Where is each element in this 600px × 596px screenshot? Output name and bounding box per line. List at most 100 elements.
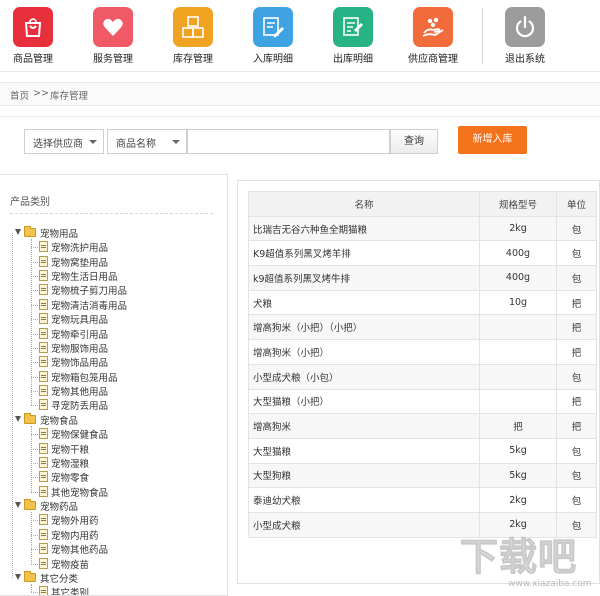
cell-spec: 5kg (479, 462, 557, 489)
cell-product-name: 增高狗米（小把） (248, 339, 480, 365)
document-icon (39, 313, 48, 325)
document-icon (39, 586, 48, 595)
heart-icon (93, 7, 133, 47)
nav-outbound-details[interactable]: 出库明细 (313, 5, 393, 67)
tree-leaf-label: 其它类别 (51, 588, 90, 596)
tree-leaf-label: 宠物其他用品 (51, 387, 109, 399)
document-icon (39, 241, 48, 253)
column-header-spec[interactable]: 规格型号 (479, 191, 557, 217)
expand-toggle-icon[interactable] (15, 502, 21, 509)
tree-leaf-label: 宠物湿粮 (51, 458, 90, 470)
table-row[interactable]: 大型猫粮（小把） 把 (248, 388, 597, 415)
table-row[interactable]: 比瑞吉无谷六种鱼全期猫粮 2kg 包 (248, 215, 597, 242)
nav-inbound-details[interactable]: 入库明细 (233, 5, 313, 67)
nav-product-management[interactable]: 商品管理 (0, 5, 73, 67)
tree-connector (31, 304, 38, 306)
tree-connector (31, 534, 38, 536)
tree-leaf-label: 宠物其他药品 (51, 545, 109, 557)
supplier-select[interactable]: 选择供应商 (24, 129, 104, 154)
document-icon (39, 370, 48, 382)
nav-supplier-management[interactable]: 供应商管理 (393, 5, 473, 67)
tree-connector (31, 462, 38, 464)
tree-leaf-label: 宠物零食 (51, 473, 90, 485)
document-icon (39, 284, 48, 296)
document-icon (39, 514, 48, 526)
tree-leaf-label: 宠物饰品用品 (51, 358, 109, 370)
table-row[interactable]: 小型成犬粮（小包） 包 (248, 363, 597, 390)
tree-connector (31, 239, 32, 406)
tree-title: 产品类别 (10, 197, 50, 208)
tree-group-label: 宠物食品 (40, 415, 79, 427)
tree-connector (31, 290, 38, 292)
tree-connector (31, 491, 38, 493)
add-inbound-button[interactable]: 新增入库 (458, 126, 527, 154)
search-bar: 选择供应商 商品名称 查询 新增入库 (0, 116, 600, 166)
cell-spec: 400g (479, 265, 557, 291)
cell-product-name: 犬粮 (248, 289, 480, 316)
table-row[interactable]: 增高狗米（小把）（小把） 把 (248, 314, 597, 341)
column-header-unit[interactable]: 单位 (556, 191, 597, 217)
tree-connector (31, 261, 38, 263)
breadcrumb: 首页 >> 库存管理 (0, 82, 600, 106)
tree-leaf-label: 宠物疫苗 (51, 559, 90, 571)
top-toolbar: 商品管理 服务管理 库存管理 入库明细 出库明细 供应商管理 退出系统 (0, 0, 600, 72)
document-icon (39, 456, 48, 468)
cell-spec (479, 314, 557, 341)
tree-leaf-label: 宠物牵引用品 (51, 329, 109, 341)
tree-connector (31, 376, 38, 378)
cell-product-name: 大型猫粮 (248, 437, 480, 464)
product-table: 名称 规格型号 单位 比瑞吉无谷六种鱼全期猫粮 2kg 包 K9超值系列黑叉烤羊排 40… (248, 191, 597, 538)
chevron-down-icon (172, 140, 180, 144)
tree-divider (10, 213, 213, 214)
table-row[interactable]: 增高狗米（小把） 把 (248, 339, 597, 365)
tree-connector (31, 592, 38, 594)
query-button[interactable]: 查询 (390, 129, 438, 154)
expand-toggle-icon[interactable] (15, 573, 21, 580)
cell-unit: 包 (556, 462, 597, 489)
breadcrumb-home-link[interactable]: 首页 (10, 88, 29, 102)
table-row[interactable]: 犬粮 10g 把 (248, 289, 597, 316)
tree-leaf-label: 宠物生活日用品 (51, 272, 118, 284)
table-row[interactable]: 大型狗粮 5kg 包 (248, 462, 597, 489)
folder-icon (24, 226, 36, 237)
tree-leaf-label: 宠物清洁消毒用品 (51, 300, 128, 312)
cell-unit: 把 (556, 289, 597, 316)
cell-unit: 把 (556, 388, 597, 415)
tree-leaf-label: 宠物窝垫用品 (51, 257, 109, 269)
nav-inventory-management[interactable]: 库存管理 (153, 5, 233, 67)
tree-connector (31, 247, 38, 249)
table-row[interactable]: k9超值系列黑叉烤牛排 400g 包 (248, 265, 597, 291)
keyword-input[interactable] (187, 129, 390, 154)
folder-icon (24, 412, 36, 424)
column-header-name[interactable]: 名称 (248, 191, 480, 217)
table-row[interactable]: 增高狗米把把 (248, 413, 597, 439)
table-row[interactable]: 大型猫粮 5kg 包 (248, 437, 597, 464)
expand-toggle-icon[interactable] (15, 229, 21, 235)
cell-spec: 2kg (479, 487, 557, 513)
nav-exit-system[interactable]: 退出系统 (485, 5, 565, 67)
tree-connector (31, 333, 38, 335)
tree-connector (31, 549, 38, 551)
nav-service-management[interactable]: 服务管理 (73, 5, 153, 67)
watermark-url: www.xiazaiba.com (508, 579, 592, 589)
cell-product-name: k9超值系列黑叉烤牛排 (248, 265, 480, 291)
document-icon (39, 399, 48, 411)
cell-unit: 包 (556, 437, 597, 464)
cell-spec: 把 (479, 413, 557, 439)
table-row[interactable]: K9超值系列黑叉烤羊排 400g 包 (248, 240, 597, 267)
expand-toggle-icon[interactable] (15, 415, 21, 422)
search-field-select[interactable]: 商品名称 (107, 129, 187, 154)
tree-connector (31, 520, 38, 522)
tree-leaf-label: 宠物服饰用品 (51, 343, 109, 355)
supplier-icon (413, 7, 453, 47)
tree-connector (31, 583, 32, 593)
cell-unit: 把 (556, 339, 597, 365)
cell-unit: 包 (556, 363, 597, 390)
tree-leaf-label: 宠物玩具用品 (51, 315, 109, 327)
tree-group-label: 宠物用品 (40, 229, 79, 240)
table-row[interactable]: 泰迪幼犬粮 2kg 包 (248, 487, 597, 513)
cell-product-name: 大型猫粮（小把） (248, 388, 480, 415)
watermark: 下载吧 www.xiazaiba.com (458, 526, 600, 596)
cell-product-name: 泰迪幼犬粮 (248, 487, 480, 513)
cell-unit: 把 (556, 314, 597, 341)
